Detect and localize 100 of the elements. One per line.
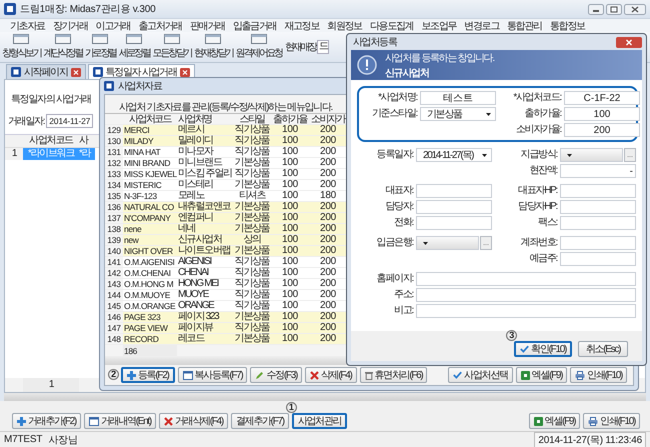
menu-item[interactable]: 통합관리	[507, 18, 542, 32]
text-field[interactable]	[560, 200, 636, 214]
action-button[interactable]: 취소(Esc)	[578, 341, 628, 357]
row-number: 132	[105, 158, 123, 168]
text-field[interactable]	[416, 216, 492, 230]
app-logo-icon	[4, 3, 16, 15]
toolbar-button[interactable]: 창형식보기	[1, 34, 42, 60]
text-field[interactable]: 테스트	[420, 91, 496, 105]
trash-icon	[364, 370, 373, 380]
menu-item[interactable]: 다용도집계	[370, 18, 414, 32]
status-datetime: 2014-11-27(목) 11:23:46	[534, 432, 646, 447]
action-button[interactable]: 등록(F2)	[121, 367, 175, 383]
text-field[interactable]	[416, 288, 636, 302]
column-header[interactable]: 소비자가	[309, 114, 347, 124]
window-layout-icon	[126, 34, 142, 44]
table-cell: 100	[271, 246, 309, 256]
table-cell: 네네	[177, 224, 233, 234]
close-icon[interactable]	[616, 36, 642, 48]
table-cell: 200	[309, 224, 347, 234]
dropdown[interactable]	[416, 236, 479, 250]
text-field[interactable]: 200	[564, 123, 640, 137]
text-field[interactable]	[560, 252, 636, 266]
text-field[interactable]: 100	[564, 107, 640, 121]
action-button[interactable]: 엑셀(F9)	[528, 413, 580, 429]
menu-item[interactable]: 통합정보	[550, 18, 585, 32]
action-button[interactable]: 확인(F10)	[514, 341, 572, 357]
column-header[interactable]: 사업처코드	[23, 135, 79, 147]
action-button[interactable]: 인쇄(F10)	[570, 367, 627, 383]
menu-item[interactable]: 재고정보	[284, 18, 320, 32]
text-field[interactable]	[416, 304, 636, 318]
dropdown[interactable]: 기본상품	[420, 107, 496, 121]
text-field[interactable]	[560, 184, 636, 198]
text-field[interactable]	[560, 216, 636, 230]
tab[interactable]: 시작페이지	[6, 64, 86, 79]
close-icon[interactable]	[70, 68, 81, 76]
table-cell-text: MINA HAT	[123, 147, 162, 157]
action-button[interactable]: 사업처선택	[448, 367, 513, 383]
action-button[interactable]: 엑셀(F9)	[516, 367, 568, 383]
menu-item[interactable]: 이고거래	[96, 18, 130, 32]
minimize-icon[interactable]	[588, 4, 604, 14]
action-button[interactable]: 거래내역(Ent)	[84, 413, 156, 429]
menu-item[interactable]: 입출금거래	[232, 18, 276, 32]
toolbar-button[interactable]: 모든창닫기	[152, 34, 192, 60]
text-field[interactable]: -	[560, 164, 636, 178]
text-field[interactable]: C-1F-22	[564, 91, 640, 105]
table-cell-text: 직기상품	[234, 147, 271, 157]
field-label: *사업처명:	[377, 91, 417, 105]
table-cell-text: 미니브랜드	[177, 158, 224, 168]
date-field[interactable]: 2014-11-27	[46, 114, 94, 128]
column-header[interactable]: 사업처코드	[123, 114, 177, 124]
table-cell-text: 100	[280, 191, 300, 201]
column-header[interactable]: 사업처명	[177, 114, 233, 124]
menu-item[interactable]: 회원정보	[327, 18, 362, 32]
text-field[interactable]	[416, 184, 492, 198]
close-icon[interactable]	[180, 68, 190, 76]
row-number: 134	[105, 180, 123, 190]
column-header[interactable]: 출하가율	[271, 114, 309, 124]
action-button[interactable]: 거래삭제(F4)	[158, 413, 228, 429]
dropdown[interactable]: 2014-11-27(목)	[416, 148, 492, 162]
table-cell: 상의	[233, 235, 271, 245]
status-user: M7TEST	[4, 434, 42, 445]
column-header[interactable]: 사	[79, 135, 95, 147]
action-button[interactable]: 결제추가(F7)	[230, 413, 289, 429]
menu-item[interactable]: 기초자료	[10, 18, 45, 32]
action-button[interactable]: 수정(F3)	[250, 367, 302, 383]
scrollbar[interactable]	[4, 393, 646, 401]
action-button[interactable]: 인쇄(F10)	[583, 413, 640, 429]
store-field[interactable]: 드	[317, 40, 329, 54]
dropdown[interactable]	[560, 148, 623, 162]
action-button[interactable]: 복사등록(F7)	[178, 367, 248, 383]
menu-item[interactable]: 변경로그	[464, 18, 500, 32]
action-button[interactable]: 사업처관리	[292, 413, 348, 429]
table-cell-text: 직기상품	[234, 268, 271, 278]
window-description: 사업처 기초자료를 관리(등록/수정/삭제)하는 메뉴입니다.	[119, 101, 332, 113]
table-cell-text: 200	[318, 268, 338, 278]
text-field[interactable]	[560, 236, 636, 250]
toolbar-button[interactable]: 현재창닫기	[193, 34, 234, 60]
toolbar-button[interactable]: 세로정렬	[118, 34, 151, 60]
toolbar-button[interactable]: 가로정렬	[84, 34, 117, 60]
column-header[interactable]: 스타일	[233, 114, 271, 124]
table-cell: 메르시	[177, 125, 233, 135]
close-icon[interactable]	[624, 4, 646, 14]
table-cell: 200	[309, 202, 347, 212]
table-cell-text: 100	[280, 169, 300, 179]
toolbar-button[interactable]: 계단식정렬	[42, 34, 84, 60]
text-field[interactable]	[416, 272, 636, 286]
table-cell-text: 직기상품	[234, 290, 271, 300]
action-button[interactable]: 거래추가(F2)	[12, 413, 81, 429]
action-button[interactable]: 삭제(F4)	[305, 367, 357, 383]
text-field[interactable]	[416, 200, 492, 214]
menu-item[interactable]: 출고처거래	[138, 18, 182, 32]
delete-icon	[164, 416, 173, 426]
maximize-icon[interactable]	[606, 4, 622, 14]
action-button[interactable]: 휴면처리(F6)	[360, 367, 428, 383]
toolbar-button[interactable]: 원격제어요청	[234, 34, 283, 60]
table-cell: 페이지 323	[177, 312, 233, 322]
menu-item[interactable]: 보조업무	[421, 18, 456, 32]
menu-item[interactable]: 판매거래	[190, 18, 225, 32]
table-cell-text: MINI BRAND	[123, 158, 172, 168]
menu-item[interactable]: 장기거래	[52, 18, 88, 32]
